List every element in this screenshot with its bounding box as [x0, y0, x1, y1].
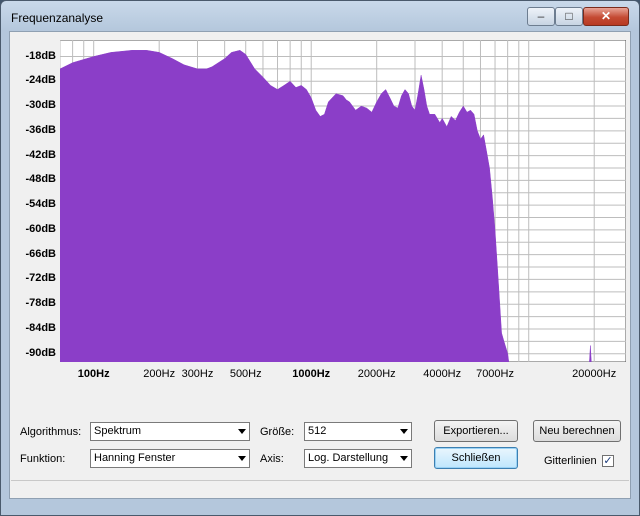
minimize-button[interactable]: – [527, 7, 555, 26]
x-tick-label: 500Hz [229, 368, 262, 380]
size-value: 512 [308, 425, 327, 437]
gridlines-checkbox[interactable]: ✓ [602, 455, 614, 467]
gridlines-label: Gitterlinien [544, 455, 597, 467]
algorithm-label: Algorithmus: [20, 426, 82, 438]
spectrum-plot [60, 40, 626, 362]
y-tick-label: -30dB [25, 99, 56, 112]
axis-label: Axis: [260, 453, 284, 465]
checkmark-icon: ✓ [603, 455, 613, 467]
x-tick-label: 4000Hz [423, 368, 462, 380]
y-tick-label: -42dB [25, 148, 56, 161]
axis-select[interactable]: Log. Darstellung [304, 449, 412, 468]
y-tick-label: -84dB [25, 321, 56, 334]
y-tick-label: -72dB [25, 272, 56, 285]
status-bar [11, 480, 629, 499]
x-tick-label: 20000Hz [572, 368, 617, 380]
x-tick-label: 300Hz [181, 368, 214, 380]
chevron-down-icon [400, 429, 408, 434]
algorithm-select[interactable]: Spektrum [90, 422, 250, 441]
dialog-body: -18dB -24dB -30dB -36dB -42dB -48dB -54dB -60dB… [9, 31, 631, 499]
function-label: Funktion: [20, 453, 66, 465]
x-tick-label: 1000Hz [292, 368, 331, 380]
y-tick-label: -24dB [25, 74, 56, 87]
y-tick-label: -66dB [25, 247, 56, 260]
y-tick-label: -48dB [25, 173, 56, 186]
x-tick-label: 7000Hz [476, 368, 514, 380]
recalculate-button[interactable]: Neu berechnen [533, 420, 621, 442]
y-tick-label: -60dB [25, 222, 56, 235]
function-select[interactable]: Hanning Fenster [90, 449, 250, 468]
x-tick-label: 100Hz [77, 368, 110, 380]
maximize-button[interactable]: □ [555, 7, 583, 26]
x-tick-label: 2000Hz [357, 368, 396, 380]
chevron-down-icon [400, 456, 408, 461]
x-tick-label: 200Hz [143, 368, 176, 380]
function-value: Hanning Fenster [94, 452, 176, 464]
close-button[interactable]: Schließen [434, 447, 518, 469]
size-select[interactable]: 512 [304, 422, 412, 441]
close-window-button[interactable]: ✕ [583, 7, 629, 26]
title-bar[interactable]: Frequenzanalyse – □ ✕ [1, 1, 639, 33]
chevron-down-icon [238, 456, 246, 461]
y-tick-label: -54dB [25, 198, 56, 211]
maximize-icon: □ [565, 9, 573, 23]
export-button[interactable]: Exportieren... [434, 420, 518, 442]
y-tick-label: -90dB [25, 346, 56, 359]
size-label: Größe: [260, 426, 295, 438]
y-tick-label: -18dB [25, 49, 56, 62]
window-title: Frequenzanalyse [11, 11, 104, 25]
chevron-down-icon [238, 429, 246, 434]
close-icon: ✕ [600, 9, 612, 23]
y-tick-label: -78dB [25, 297, 56, 310]
algorithm-value: Spektrum [94, 425, 142, 437]
frequency-analysis-window: Frequenzanalyse – □ ✕ -18dB -24dB -30dB -36… [0, 0, 640, 516]
y-tick-label: -36dB [25, 123, 56, 136]
minimize-icon: – [537, 9, 545, 23]
axis-value: Log. Darstellung [308, 452, 389, 464]
